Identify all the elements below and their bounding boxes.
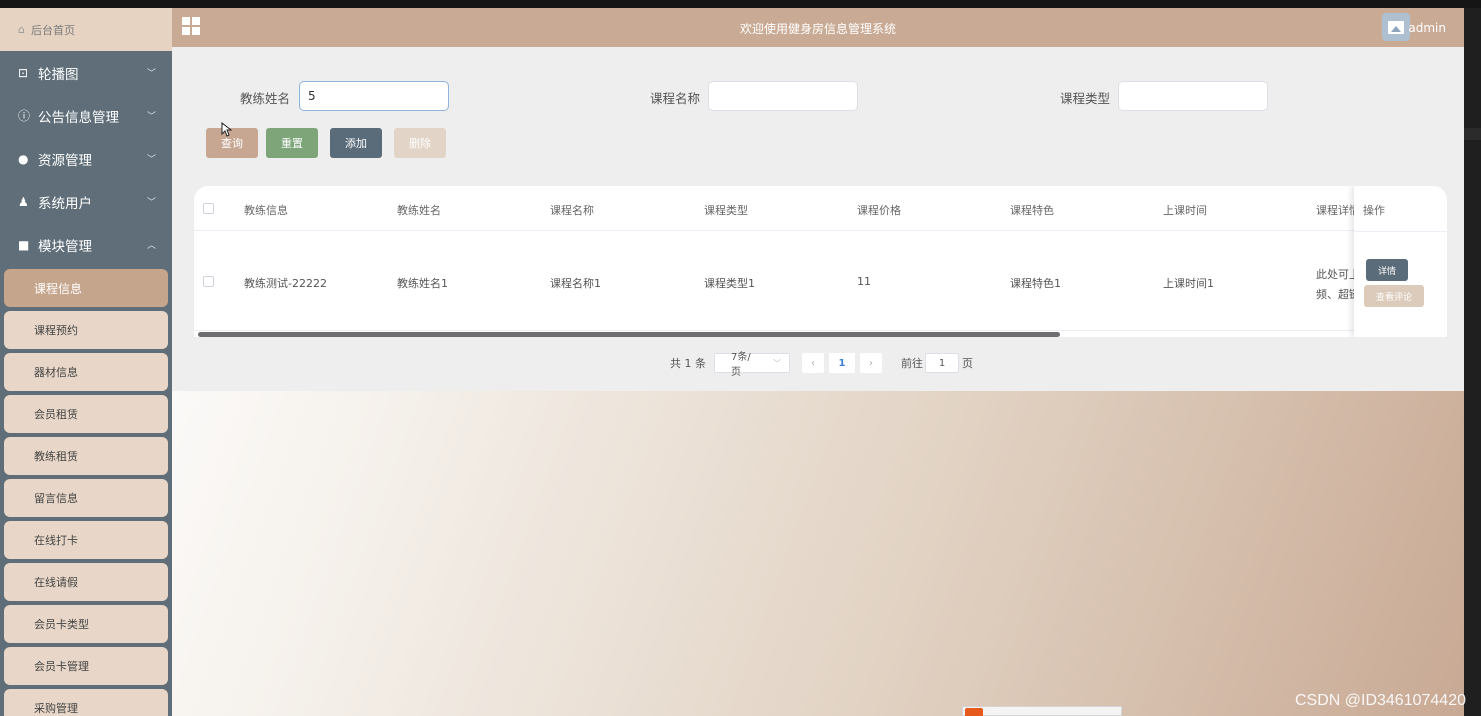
select-all-checkbox[interactable]	[203, 203, 214, 214]
sidebar-menu-label: 轮播图	[38, 66, 79, 83]
row-checkbox[interactable]	[203, 276, 214, 287]
page-number-current[interactable]: 1	[829, 353, 855, 373]
sidebar-item-purchasing[interactable]: 采购管理	[4, 689, 168, 716]
sidebar-item-course-info[interactable]: 课程信息	[4, 269, 168, 307]
grid-icon: ■	[18, 237, 30, 252]
cell-feature: 课程特色1	[1010, 277, 1061, 290]
sidebar-item-checkin[interactable]: 在线打卡	[4, 521, 168, 559]
detail-line: 此处可上	[1316, 268, 1356, 281]
course-type-input[interactable]	[1118, 81, 1268, 111]
page-size-select[interactable]: 7条/页 ﹀	[714, 352, 790, 378]
image-icon: ⊡	[18, 65, 29, 80]
goto-label: 前往	[901, 357, 923, 370]
right-strip	[1464, 8, 1481, 716]
avatar[interactable]	[1382, 13, 1410, 41]
column-header-operations: 操作	[1363, 204, 1385, 217]
goto-page-input[interactable]: 1	[925, 353, 959, 373]
sidebar-item-messages[interactable]: 留言信息	[4, 479, 168, 517]
main-content: 教练姓名 5 课程名称 课程类型 查询 重置 添加 删除 教练信息 教练姓名 课…	[172, 47, 1464, 716]
chevron-down-icon: ﹀	[146, 69, 156, 79]
sidebar-item-leave[interactable]: 在线请假	[4, 563, 168, 601]
cell-time: 上课时间1	[1163, 277, 1214, 290]
search-form: 教练姓名 5 课程名称 课程类型	[172, 81, 1464, 111]
column-header[interactable]: 教练姓名	[397, 202, 441, 218]
chevron-down-icon: ﹀	[773, 358, 781, 368]
horizontal-scrollbar[interactable]	[198, 332, 1060, 337]
sidebar: ⌂ 后台首页 ⊡ 轮播图 ﹀ ⓘ 公告信息管理 ﹀ ● 资源管理 ﹀ ♟ 系统用…	[0, 8, 172, 716]
prev-page-button[interactable]: ‹	[802, 353, 824, 373]
sidebar-menu-label: 系统用户	[38, 195, 92, 212]
table-header: 教练信息 教练姓名 课程名称 课程类型 课程价格 课程特色 上课时间 课程详情	[194, 186, 1447, 231]
page-title: 欢迎使用健身房信息管理系统	[739, 22, 896, 36]
top-strip	[0, 0, 1481, 8]
course-name-label: 课程名称	[650, 91, 701, 106]
column-header[interactable]: 课程名称	[550, 202, 594, 218]
sidebar-submenu: 课程信息 课程预约 器材信息 会员租赁 教练租赁 留言信息 在线打卡 在线请假 …	[0, 266, 172, 716]
sidebar-menu-notice[interactable]: ⓘ 公告信息管理 ﹀	[0, 94, 172, 137]
add-button[interactable]: 添加	[330, 128, 382, 158]
chevron-down-icon: ﹀	[146, 112, 156, 122]
next-page-button[interactable]: ›	[860, 353, 882, 373]
page-suffix: 页	[962, 357, 973, 370]
right-notch	[1464, 128, 1481, 140]
sidebar-home[interactable]: ⌂ 后台首页	[0, 8, 172, 51]
sidebar-menu-carousel[interactable]: ⊡ 轮播图 ﹀	[0, 51, 172, 94]
content-panel: 教练姓名 5 课程名称 课程类型 查询 重置 添加 删除 教练信息 教练姓名 课…	[172, 47, 1464, 391]
home-icon: ⌂	[18, 23, 25, 36]
column-header[interactable]: 上课时间	[1163, 202, 1207, 218]
operations-column: 操作 详情 查看评论	[1354, 186, 1447, 337]
chevron-down-icon: ﹀	[146, 198, 156, 208]
total-count: 共 1 条	[670, 357, 706, 370]
chevron-up-icon: ︿	[146, 241, 156, 251]
divider	[1354, 231, 1447, 232]
column-header[interactable]: 课程价格	[857, 202, 901, 218]
user-name[interactable]: admin	[1408, 21, 1446, 35]
cell-course-name: 课程名称1	[550, 277, 601, 290]
top-header: 欢迎使用健身房信息管理系统 admin	[172, 8, 1464, 47]
image-icon	[1388, 20, 1404, 34]
sidebar-menu-modules[interactable]: ■ 模块管理 ︿	[0, 223, 172, 266]
sidebar-menu-label: 公告信息管理	[38, 109, 119, 126]
sidebar-home-label: 后台首页	[30, 23, 75, 37]
table-row: 教练测试-22222 教练姓名1 课程名称1 课程类型1 11 课程特色1 上课…	[194, 231, 1447, 331]
lightbulb-icon: ●	[18, 151, 29, 166]
cell-price: 11	[857, 275, 871, 288]
sidebar-item-course-booking[interactable]: 课程预约	[4, 311, 168, 349]
mouse-cursor-icon	[221, 122, 233, 137]
delete-button[interactable]: 删除	[394, 128, 446, 158]
sidebar-menu-resource[interactable]: ● 资源管理 ﹀	[0, 137, 172, 180]
coach-name-label: 教练姓名	[240, 91, 291, 106]
page-size-value: 7条/页	[731, 352, 751, 378]
sidebar-item-member-rental[interactable]: 会员租赁	[4, 395, 168, 433]
detail-line: 频、超链	[1316, 288, 1356, 301]
sidebar-item-coach-rental[interactable]: 教练租赁	[4, 437, 168, 475]
cell-detail: 此处可上 频、超链	[1316, 265, 1356, 305]
user-icon: ♟	[18, 194, 29, 209]
ime-logo-icon	[965, 708, 983, 716]
sidebar-item-equipment[interactable]: 器材信息	[4, 353, 168, 391]
column-header[interactable]: 课程类型	[704, 202, 748, 218]
sidebar-menu-label: 资源管理	[38, 152, 92, 169]
pagination: 共 1 条 7条/页 ﹀ ‹ 1 › 前往 1 页	[172, 352, 1464, 378]
coach-name-input[interactable]: 5	[299, 81, 449, 111]
sidebar-menu-users[interactable]: ♟ 系统用户 ﹀	[0, 180, 172, 223]
course-name-input[interactable]	[708, 81, 858, 111]
view-comments-button[interactable]: 查看评论	[1364, 285, 1424, 307]
data-table: 教练信息 教练姓名 课程名称 课程类型 课程价格 课程特色 上课时间 课程详情 …	[194, 186, 1447, 337]
sidebar-menu-label: 模块管理	[38, 238, 92, 255]
reset-button[interactable]: 重置	[266, 128, 318, 158]
sidebar-item-card-management[interactable]: 会员卡管理	[4, 647, 168, 685]
cell-coach-name: 教练姓名1	[397, 277, 448, 290]
cell-coach-info: 教练测试-22222	[244, 277, 327, 290]
column-header[interactable]: 课程特色	[1010, 202, 1054, 218]
detail-button[interactable]: 详情	[1366, 259, 1408, 281]
course-type-label: 课程类型	[1060, 91, 1111, 106]
cell-course-type: 课程类型1	[704, 277, 755, 290]
column-header[interactable]: 教练信息	[244, 202, 288, 218]
info-icon: ⓘ	[18, 109, 31, 123]
chevron-down-icon: ﹀	[146, 155, 156, 165]
watermark: CSDN @ID3461074420	[1294, 692, 1466, 709]
ime-toolbar[interactable]	[962, 706, 1122, 716]
sidebar-item-card-types[interactable]: 会员卡类型	[4, 605, 168, 643]
